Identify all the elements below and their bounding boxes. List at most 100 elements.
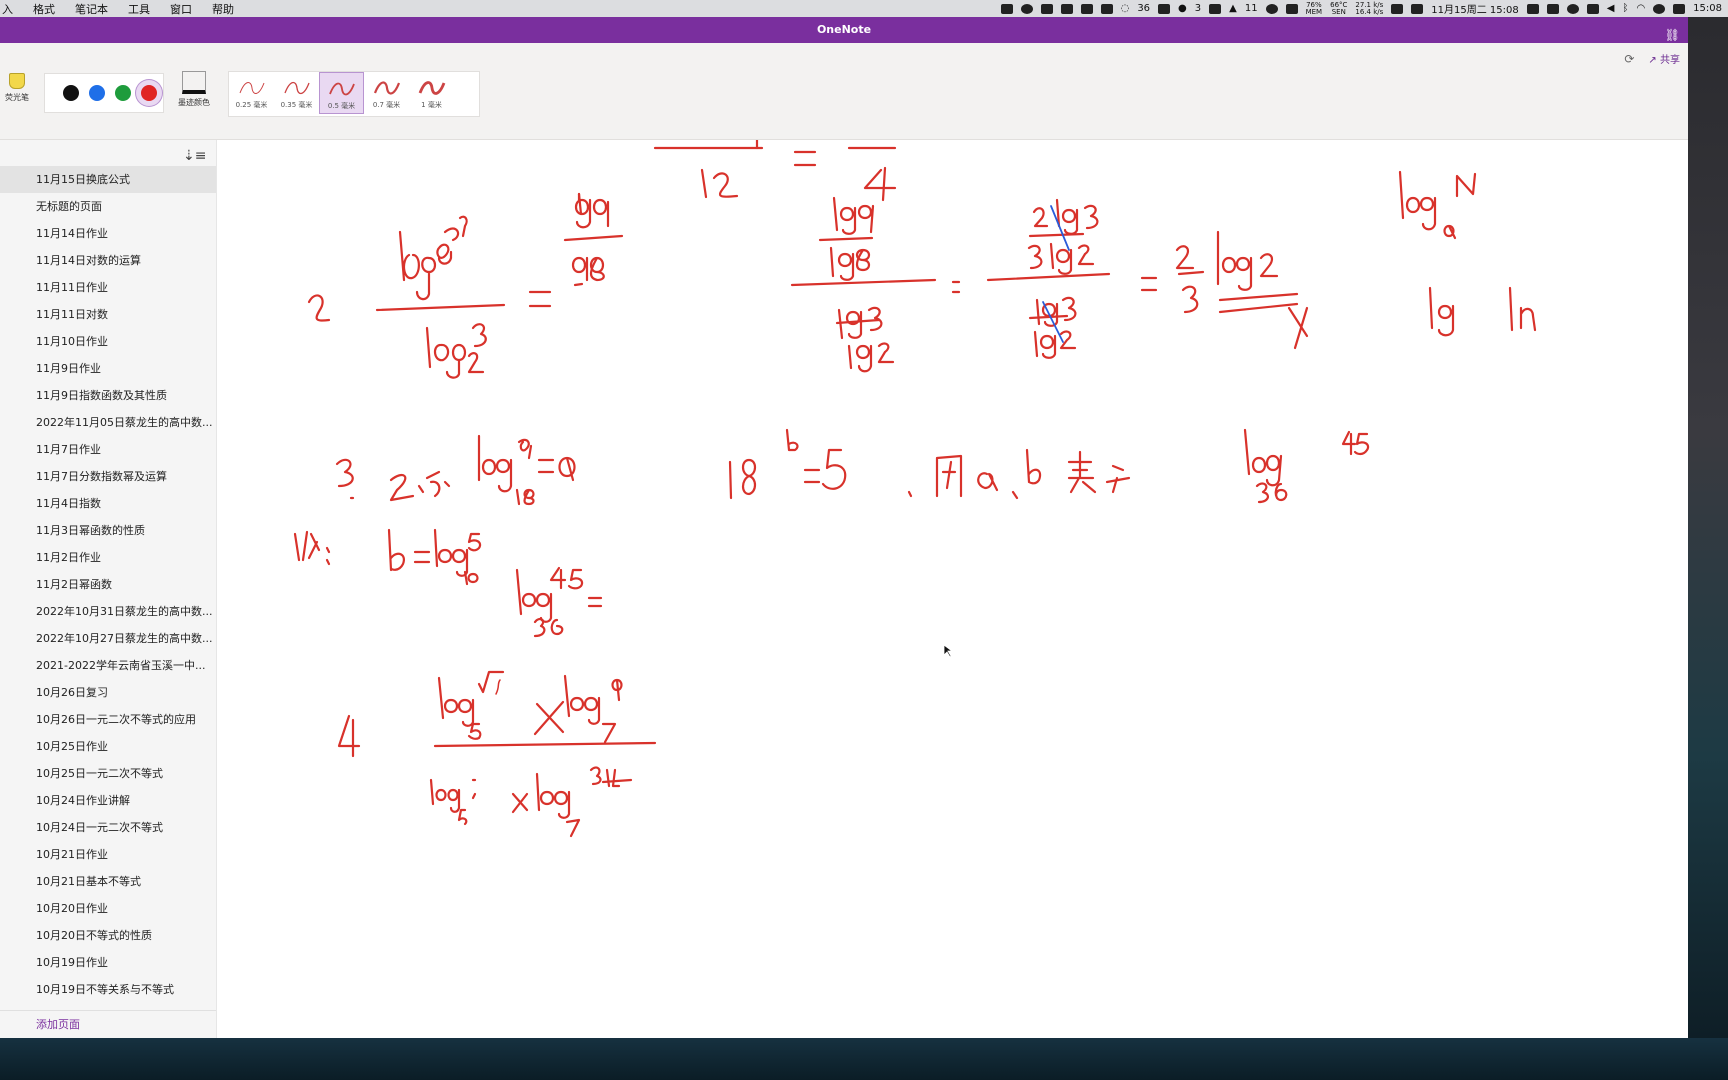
add-page-button[interactable]: 添加页面: [0, 1010, 216, 1038]
pen-width-025[interactable]: 0.25 毫米: [229, 72, 274, 114]
app-icon[interactable]: [1000, 3, 1013, 14]
sort-icon[interactable]: ⇣≡: [183, 148, 206, 164]
page-item[interactable]: 11月10日作业: [0, 328, 216, 355]
page-item[interactable]: 10月18日全称量词与存在量词: [0, 1003, 216, 1010]
pen-icon[interactable]: [1391, 3, 1404, 14]
page-item[interactable]: 11月2日作业: [0, 544, 216, 571]
page-item[interactable]: 11月3日幂函数的性质: [0, 517, 216, 544]
stroke-icon: [283, 81, 310, 95]
page-item[interactable]: 无标题的页面: [0, 193, 216, 220]
chat-count: 36: [1137, 3, 1151, 14]
bell-icon[interactable]: ▲: [1229, 3, 1237, 14]
bluetooth-icon[interactable]: ᛒ: [1622, 3, 1628, 14]
menu-item-input[interactable]: 入: [0, 1, 23, 17]
d-icon[interactable]: [1100, 3, 1113, 14]
ink-color-label: 墨迹颜色: [178, 98, 210, 107]
page-item[interactable]: 2022年10月27日蔡龙生的高中数...: [0, 625, 216, 652]
page-item[interactable]: 11月7日作业: [0, 436, 216, 463]
page-item[interactable]: 11月9日指数函数及其性质: [0, 382, 216, 409]
menu-item-help[interactable]: 帮助: [202, 1, 244, 17]
wifi-icon[interactable]: ◠: [1636, 3, 1645, 14]
page-item[interactable]: 11月7日分数指数幂及运算: [0, 463, 216, 490]
window-icon[interactable]: [1209, 3, 1222, 14]
memory-readout: 76% MEM: [1305, 1, 1323, 16]
page-item[interactable]: 2021-2022学年云南省玉溪一中...: [0, 652, 216, 679]
page-item[interactable]: 10月26日复习: [0, 679, 216, 706]
page-item[interactable]: 10月25日一元二次不等式: [0, 760, 216, 787]
crop-icon[interactable]: [1586, 3, 1599, 14]
page-item[interactable]: 10月21日基本不等式: [0, 868, 216, 895]
color-palette: [44, 73, 164, 113]
color-black[interactable]: [63, 85, 79, 101]
status-area: ◌ 36 ● 3 ▲ 11 76% MEM 66°C SEN 27.1 k/s …: [1000, 0, 1722, 17]
pen-width-label: 0.7 毫米: [372, 101, 401, 109]
pen-width-picker: 0.25 毫米 0.35 毫米 0.5 毫米 0.7 毫米 1 毫米: [228, 71, 480, 117]
chat-icon[interactable]: ◌: [1121, 3, 1130, 14]
page-item[interactable]: 11月11日对数: [0, 301, 216, 328]
menu-item-tools[interactable]: 工具: [118, 1, 160, 17]
p-icon[interactable]: [1080, 3, 1093, 14]
share-button[interactable]: ↗ 共享: [1648, 51, 1680, 66]
page-item[interactable]: 10月24日作业讲解: [0, 787, 216, 814]
control-center-icon[interactable]: [1673, 3, 1686, 14]
color-blue[interactable]: [89, 85, 105, 101]
page-item[interactable]: 10月19日作业: [0, 949, 216, 976]
network-readout: 27.1 k/s 16.4 k/s: [1355, 1, 1383, 16]
page-item[interactable]: 11月11日作业: [0, 274, 216, 301]
page-item-active[interactable]: 11月15日换底公式: [0, 166, 216, 193]
menu-item-format[interactable]: 格式: [23, 1, 65, 17]
menubar-datetime[interactable]: 11月15周二 15:08: [1431, 1, 1518, 16]
page-item[interactable]: 2022年10月31日蔡龙生的高中数...: [0, 598, 216, 625]
bookmark-icon[interactable]: [1040, 3, 1053, 14]
color-green[interactable]: [115, 85, 131, 101]
triangle-icon[interactable]: [1060, 3, 1073, 14]
page-item[interactable]: 10月21日作业: [0, 841, 216, 868]
pen-width-07[interactable]: 0.7 毫米: [364, 72, 409, 114]
ink-color-button[interactable]: 墨迹颜色: [172, 71, 216, 108]
memory-label: MEM: [1305, 7, 1323, 16]
page-item[interactable]: 10月26日一元二次不等式的应用: [0, 706, 216, 733]
share-icon: ↗: [1648, 55, 1657, 66]
screen-icon[interactable]: [1546, 3, 1559, 14]
user-icon[interactable]: [1653, 3, 1666, 14]
page-item[interactable]: 2022年11月05日蔡龙生的高中数...: [0, 409, 216, 436]
sync-icon[interactable]: ⟳: [1624, 52, 1634, 66]
focus-icon[interactable]: [1020, 3, 1033, 14]
share-label: 共享: [1660, 55, 1680, 66]
menu-item-window[interactable]: 窗口: [160, 1, 202, 17]
camera-icon[interactable]: [1526, 3, 1539, 14]
page-item[interactable]: 10月24日一元二次不等式: [0, 814, 216, 841]
play-icon[interactable]: [1566, 3, 1579, 14]
page-item[interactable]: 10月25日作业: [0, 733, 216, 760]
pen-width-1[interactable]: 1 毫米: [409, 72, 454, 114]
x-icon[interactable]: [1158, 3, 1171, 14]
page-item[interactable]: 10月20日不等式的性质: [0, 922, 216, 949]
page-item[interactable]: 11月2日幂函数: [0, 571, 216, 598]
menu-item-notebook[interactable]: 笔记本: [65, 1, 118, 17]
volume-icon[interactable]: ◀: [1607, 3, 1615, 14]
wechat-icon[interactable]: ●: [1178, 3, 1187, 14]
pen-width-05[interactable]: 0.5 毫米: [319, 72, 364, 114]
highlighter-button[interactable]: 荧光笔: [4, 73, 30, 102]
window-titlebar: OneNote ⛓: [0, 17, 1688, 43]
pen-width-label: 0.25 毫米: [235, 101, 268, 109]
calendar-icon[interactable]: [1411, 3, 1424, 14]
menubar-clock[interactable]: 15:08: [1693, 3, 1722, 14]
page-item[interactable]: 11月4日指数: [0, 490, 216, 517]
page-item[interactable]: 10月20日作业: [0, 895, 216, 922]
cloud-icon[interactable]: [1265, 3, 1278, 14]
page-item[interactable]: 11月14日对数的运算: [0, 247, 216, 274]
note-canvas[interactable]: [217, 140, 1688, 1038]
page-item[interactable]: 11月9日作业: [0, 355, 216, 382]
page-item[interactable]: 11月14日作业: [0, 220, 216, 247]
page-item[interactable]: 10月19日不等关系与不等式: [0, 976, 216, 1003]
stroke-icon: [239, 82, 264, 94]
color-red[interactable]: [141, 85, 157, 101]
pen-width-035[interactable]: 0.35 毫米: [274, 72, 319, 114]
inbox-icon[interactable]: [1285, 3, 1298, 14]
highlighter-label: 荧光笔: [5, 93, 29, 102]
page-list: 11月15日换底公式 无标题的页面 11月14日作业 11月14日对数的运算 11月11…: [0, 166, 216, 1010]
onenote-window: OneNote ⛓ ⟳ ↗ 共享 荧光笔 墨迹颜色 0.25 毫米 0.35 毫…: [0, 17, 1688, 1038]
pen-width-label: 1 毫米: [421, 101, 442, 109]
stroke-icon: [328, 82, 355, 96]
